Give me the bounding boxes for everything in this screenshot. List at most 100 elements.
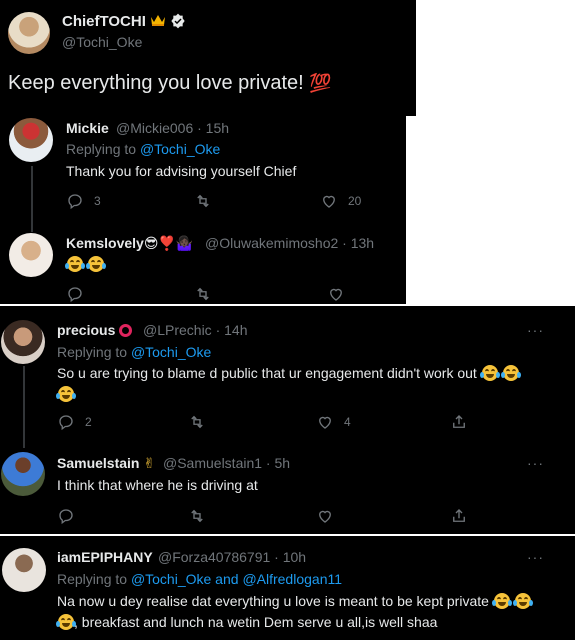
reply-icon bbox=[68, 287, 82, 303]
reply-author-name[interactable]: Kemslovely😎❣️🤷🏿‍♀️ bbox=[66, 235, 193, 252]
share-button[interactable] bbox=[450, 413, 468, 431]
tears-of-joy-emoji bbox=[85, 256, 106, 272]
like-count: 20 bbox=[348, 194, 362, 208]
avatar[interactable] bbox=[9, 233, 53, 277]
reply-author-meta[interactable]: @Forza40786791 · 10h bbox=[158, 549, 306, 565]
reply-author-name-text: Kemslovely bbox=[66, 235, 144, 251]
retweet-button[interactable] bbox=[194, 192, 212, 210]
like-icon bbox=[330, 288, 342, 301]
replying-to: Replying to @Tochi_Oke bbox=[57, 344, 211, 360]
retweet-icon bbox=[191, 509, 203, 523]
author-handle[interactable]: @Tochi_Oke bbox=[62, 34, 142, 50]
retweet-button[interactable] bbox=[188, 507, 206, 525]
reply-author-name[interactable]: iamEPIPHANY bbox=[57, 549, 153, 565]
avatar[interactable] bbox=[8, 12, 50, 54]
reply-icon bbox=[68, 194, 82, 210]
like-button[interactable] bbox=[316, 507, 334, 525]
reply-author-name[interactable]: precious bbox=[57, 322, 133, 338]
replying-to-label: Replying to bbox=[57, 571, 131, 587]
reply-text-content-2: , breakfast and lunch na wetin Dem serve… bbox=[74, 614, 438, 630]
tweet-text: Keep everything you love private! 💯 bbox=[8, 72, 332, 95]
reply-text: Thank you for advising yourself Chief bbox=[66, 163, 297, 179]
tears-of-joy-emoji bbox=[500, 365, 521, 381]
reply-count: 2 bbox=[85, 415, 92, 429]
more-icon[interactable]: ··· bbox=[527, 549, 544, 565]
reply-author-name-text: precious bbox=[57, 322, 116, 338]
share-icon bbox=[453, 415, 465, 428]
mention-link[interactable]: @Alfredlogan11 bbox=[242, 571, 342, 587]
author-name-text: ChiefTOCHI bbox=[62, 13, 146, 30]
like-icon bbox=[319, 416, 331, 429]
reply-count: 3 bbox=[94, 194, 101, 208]
reply-author-meta[interactable]: @Oluwakemimosho2 · 13h bbox=[205, 235, 374, 251]
reply-author-name-text: Samuelstain bbox=[57, 455, 140, 471]
reply-text-content: So u are trying to blame d public that u… bbox=[57, 365, 477, 381]
reply-author-meta[interactable]: @LPrechic · 14h bbox=[143, 322, 247, 338]
reply-button[interactable]: 3 bbox=[66, 192, 101, 210]
reply-text: So u are trying to blame d public that u… bbox=[57, 365, 521, 381]
replying-to-label: Replying to bbox=[57, 344, 131, 360]
author-name[interactable]: ChiefTOCHI bbox=[62, 13, 186, 30]
more-icon[interactable]: ··· bbox=[527, 455, 544, 471]
name-emojis: 😎❣️🤷🏿‍♀️ bbox=[143, 235, 194, 251]
reply-text-line2: , breakfast and lunch na wetin Dem serve… bbox=[56, 614, 438, 630]
tears-of-joy-emoji bbox=[479, 365, 500, 381]
retweet-icon bbox=[191, 415, 203, 429]
reply-emojis bbox=[65, 256, 106, 272]
mention-link[interactable]: @Tochi_Oke bbox=[131, 571, 211, 587]
retweet-icon bbox=[197, 194, 209, 208]
reply-author-meta[interactable]: @Mickie006 · 15h bbox=[116, 120, 229, 136]
replying-to: Replying to @Tochi_Oke and @Alfredlogan1… bbox=[57, 571, 342, 587]
tears-of-joy-emoji bbox=[512, 593, 533, 609]
like-count: 4 bbox=[344, 415, 351, 429]
more-icon[interactable]: ··· bbox=[527, 322, 544, 338]
tears-of-joy-emoji bbox=[491, 593, 512, 609]
reply-text: I think that where he is driving at bbox=[57, 477, 258, 493]
like-icon bbox=[319, 510, 331, 523]
share-button[interactable] bbox=[450, 507, 468, 525]
red-circle-icon bbox=[119, 324, 133, 337]
reply-author-meta[interactable]: @Samuelstain1 · 5h bbox=[163, 455, 290, 471]
reply-author-name[interactable]: Mickie bbox=[66, 120, 109, 136]
like-button[interactable] bbox=[327, 285, 345, 303]
avatar[interactable] bbox=[9, 118, 53, 162]
avatar[interactable] bbox=[1, 320, 45, 364]
replying-to: Replying to @Tochi_Oke bbox=[66, 141, 220, 157]
thread-panel-3: iamEPIPHANY @Forza40786791 · 10h ··· Rep… bbox=[0, 536, 575, 640]
avatar[interactable] bbox=[1, 452, 45, 496]
replying-and: and bbox=[211, 571, 243, 587]
retweet-button[interactable] bbox=[188, 413, 206, 431]
main-tweet-panel: ChiefTOCHI @Tochi_Oke Keep everything yo… bbox=[0, 0, 416, 116]
mention-link[interactable]: @Tochi_Oke bbox=[140, 141, 220, 157]
reply-author-name[interactable]: Samuelstain ✌ bbox=[57, 455, 155, 472]
like-icon bbox=[323, 195, 335, 208]
hundred-emoji: 💯 bbox=[309, 73, 332, 93]
thread-panel-1: Mickie @Mickie006 · 15h Replying to @Toc… bbox=[0, 116, 406, 304]
thread-panel-2: precious @LPrechic · 14h ··· Replying to… bbox=[0, 306, 575, 534]
reply-button[interactable] bbox=[57, 507, 75, 525]
reply-button[interactable] bbox=[66, 285, 84, 303]
retweet-button[interactable] bbox=[194, 285, 212, 303]
avatar[interactable] bbox=[2, 548, 46, 592]
share-icon bbox=[453, 509, 465, 522]
crown-icon bbox=[151, 15, 166, 26]
like-button[interactable]: 20 bbox=[320, 192, 361, 210]
reply-text-line2 bbox=[56, 386, 76, 402]
verified-badge-icon bbox=[171, 13, 185, 29]
thread-line bbox=[23, 366, 25, 448]
replying-to-label: Replying to bbox=[66, 141, 140, 157]
tweet-text-content: Keep everything you love private! bbox=[8, 72, 304, 94]
reply-icon bbox=[59, 415, 73, 431]
reply-text-content: Na now u dey realise dat everything u lo… bbox=[57, 593, 489, 609]
mention-link[interactable]: @Tochi_Oke bbox=[131, 344, 211, 360]
thread-line bbox=[31, 166, 33, 232]
retweet-icon bbox=[197, 287, 209, 301]
reply-button[interactable]: 2 bbox=[57, 413, 92, 431]
victory-hand-emoji: ✌ bbox=[143, 455, 156, 471]
reply-icon bbox=[59, 509, 73, 525]
tears-of-joy-emoji bbox=[65, 256, 85, 272]
reply-text: Na now u dey realise dat everything u lo… bbox=[57, 593, 533, 609]
tears-of-joy-emoji bbox=[56, 614, 76, 630]
tears-of-joy-emoji bbox=[56, 386, 76, 402]
like-button[interactable]: 4 bbox=[316, 413, 351, 431]
